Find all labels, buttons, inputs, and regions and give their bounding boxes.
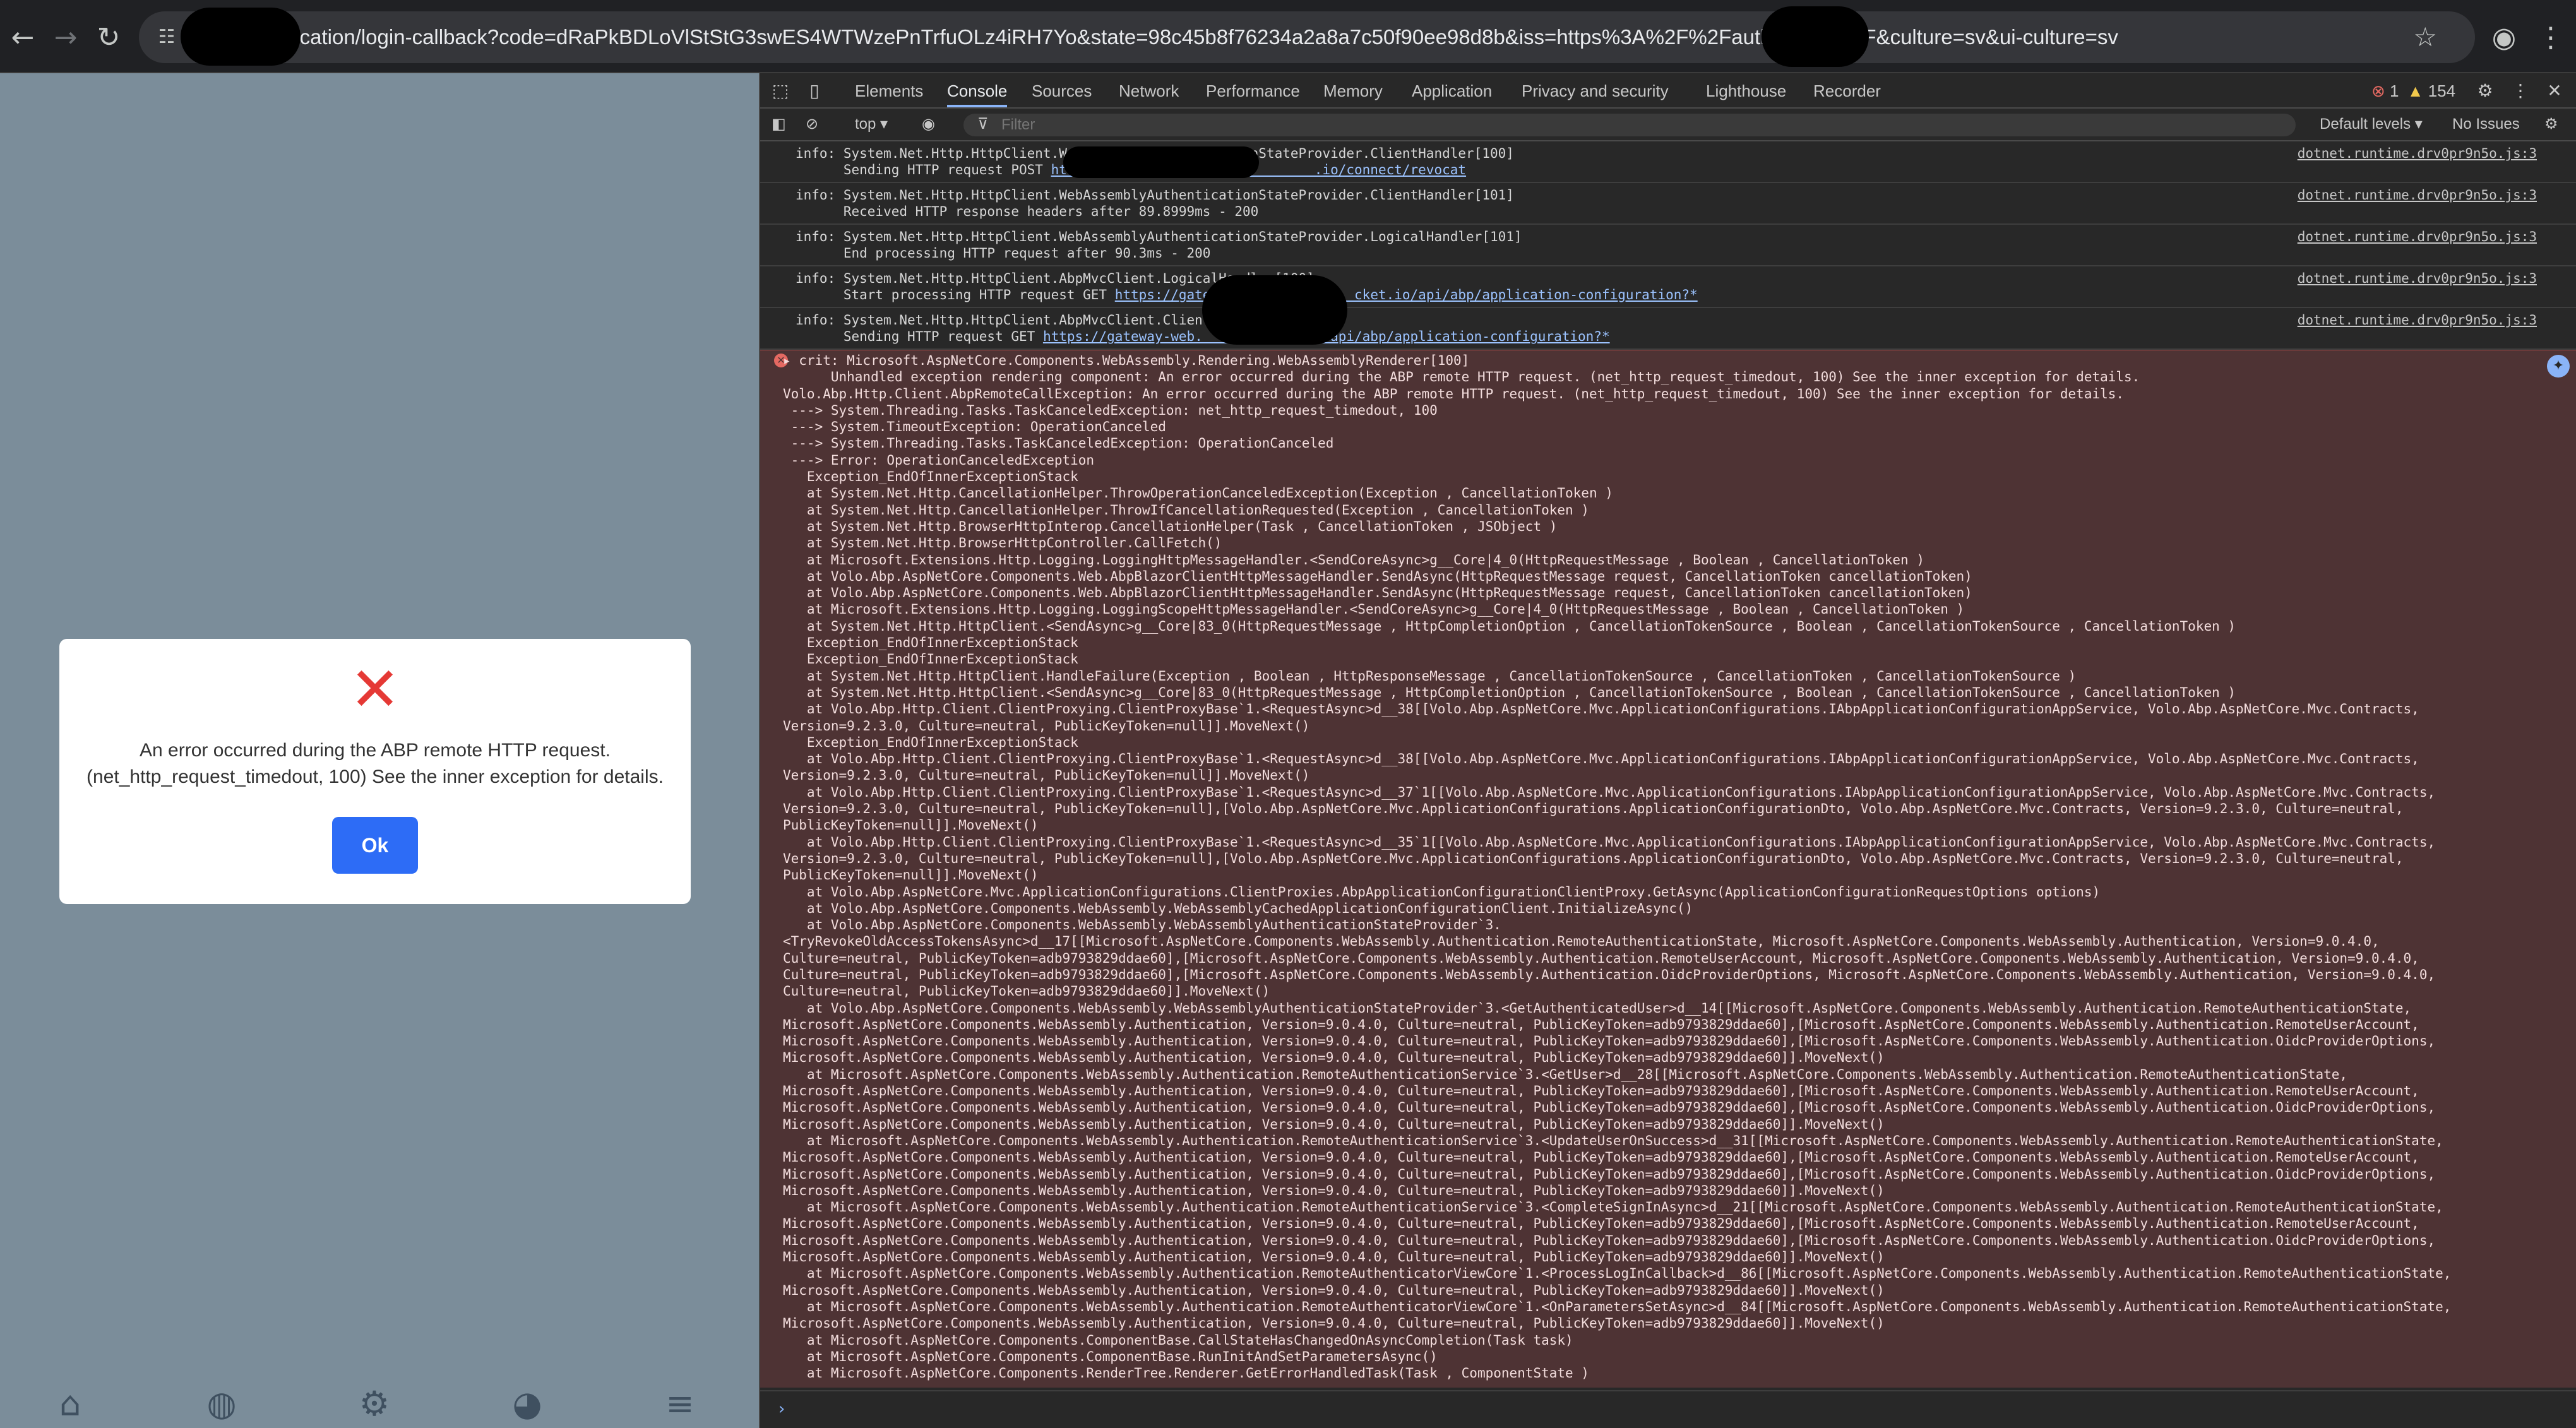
browser-toolbar: ← → ↻ ☷ t.io/authentication/login-callba… xyxy=(0,0,2576,73)
console-prompt: › xyxy=(777,1400,787,1419)
log-line: Start processing HTTP request GET https:… xyxy=(796,287,2576,303)
log-text: Sending HTTP request GET xyxy=(796,329,1043,344)
error-x-icon: ✕ xyxy=(349,654,401,725)
devtools-settings-icon[interactable]: ⚙ xyxy=(2472,78,2498,104)
log-line: Sending HTTP request POST https://a .io/… xyxy=(796,162,2576,178)
live-expression-icon[interactable]: ◉ xyxy=(922,109,935,140)
filter-input[interactable] xyxy=(963,114,2296,136)
devtools-tabbar: ⬚ ▯ Elements Console Sources Network Per… xyxy=(760,73,2576,109)
tab-lighthouse[interactable]: Lighthouse xyxy=(1706,73,1786,107)
log-link[interactable]: https://gateway-web. cket.io/api/abp/app… xyxy=(1115,287,1698,302)
bookmark-star-icon[interactable]: ☆ xyxy=(2413,22,2437,52)
menu-icon[interactable]: ≡ xyxy=(658,1384,702,1424)
tab-console[interactable]: Console xyxy=(947,73,1008,107)
error-count-icon: ⊗ xyxy=(2371,81,2385,100)
ai-assist-icon[interactable]: ✦ xyxy=(2547,355,2570,378)
console-toolbar: ◧ ⊘ top ▾ ◉ ⊽ Default levels ▾ No Issues… xyxy=(760,109,2576,141)
log-line: End processing HTTP request after 90.3ms… xyxy=(796,246,1211,261)
issues-button[interactable]: No Issues xyxy=(2452,109,2520,140)
devtools-more-icon[interactable]: ⋮ xyxy=(2508,78,2533,104)
home-icon[interactable]: ⌂ xyxy=(48,1384,92,1424)
redaction-mark xyxy=(1762,6,1869,67)
tab-sources[interactable]: Sources xyxy=(1032,73,1092,107)
console-output: info: System.Net.Http.HttpClient.WebAsse… xyxy=(760,141,2576,1391)
filter-icon: ⊽ xyxy=(977,116,989,133)
sidebar-toggle-icon[interactable]: ◧ xyxy=(772,109,786,140)
devtools-panel: ⬚ ▯ Elements Console Sources Network Per… xyxy=(759,73,2576,1428)
tab-application[interactable]: Application xyxy=(1412,73,1492,107)
inspect-element-icon[interactable]: ⬚ xyxy=(768,78,793,104)
log-source-link[interactable]: dotnet.runtime.drv0pr9n5o.js:3 xyxy=(2298,145,2537,162)
error-stack-trace: ▸ crit: Microsoft.AspNetCore.Components.… xyxy=(783,353,2452,1381)
console-input[interactable]: › xyxy=(760,1390,2576,1428)
log-entry: info: System.Net.Http.HttpClient.AbpMvcC… xyxy=(760,266,2576,308)
clear-console-icon[interactable]: ⊘ xyxy=(806,109,818,140)
site-info-icon[interactable]: ☷ xyxy=(154,25,179,50)
error-dialog: ✕ An error occurred during the ABP remot… xyxy=(59,639,691,904)
error-message: An error occurred during the ABP remote … xyxy=(85,737,665,790)
globe-icon[interactable]: ◍ xyxy=(200,1384,244,1424)
log-line: Received HTTP response headers after 89.… xyxy=(796,204,1259,219)
redaction-mark xyxy=(1202,275,1347,345)
ok-button[interactable]: Ok xyxy=(332,817,418,874)
app-viewport: ✕ An error occurred during the ABP remot… xyxy=(0,73,759,1428)
warning-count: 154 xyxy=(2428,81,2456,100)
log-entry: info: System.Net.Http.HttpClient.WebAsse… xyxy=(760,183,2576,225)
log-entry: info: System.Net.Http.HttpClient.WebAsse… xyxy=(760,225,2576,266)
error-message-line2: (net_http_request_timedout, 100) See the… xyxy=(86,766,664,787)
reload-icon[interactable]: ↻ xyxy=(90,19,128,57)
log-entry: info: System.Net.Http.HttpClient.AbpMvcC… xyxy=(760,308,2576,350)
bottom-navigation: ⌂ ◍ ⚙ ◕ ≡ xyxy=(0,1377,759,1428)
tab-network[interactable]: Network xyxy=(1119,73,1179,107)
back-icon[interactable]: ← xyxy=(4,19,42,57)
tab-elements[interactable]: Elements xyxy=(855,73,923,107)
context-selector[interactable]: top ▾ xyxy=(855,109,888,140)
log-source-link[interactable]: dotnet.runtime.drv0pr9n5o.js:3 xyxy=(2298,270,2537,287)
redaction-mark xyxy=(181,8,301,66)
log-entry: info: System.Net.Http.HttpClient.WebAsse… xyxy=(760,141,2576,183)
log-source-link[interactable]: dotnet.runtime.drv0pr9n5o.js:3 xyxy=(2298,187,2537,203)
device-toolbar-icon[interactable]: ▯ xyxy=(802,78,827,104)
user-icon[interactable]: ◕ xyxy=(505,1384,549,1424)
browser-menu-icon[interactable]: ⋮ xyxy=(2532,19,2570,57)
error-counter[interactable]: ⊗ 1 ▲ 154 xyxy=(2371,73,2455,107)
tab-performance[interactable]: Performance xyxy=(1206,73,1300,107)
error-count: 1 xyxy=(2390,81,2399,100)
log-source-link[interactable]: dotnet.runtime.drv0pr9n5o.js:3 xyxy=(2298,312,2537,328)
console-settings-icon[interactable]: ⚙ xyxy=(2544,109,2558,140)
log-levels-dropdown[interactable]: Default levels ▾ xyxy=(2320,109,2423,140)
tab-recorder[interactable]: Recorder xyxy=(1813,73,1881,107)
tab-memory[interactable]: Memory xyxy=(1323,73,1383,107)
error-message-line1: An error occurred during the ABP remote … xyxy=(140,740,611,761)
warning-count-icon: ▲ xyxy=(2407,81,2424,100)
address-bar[interactable]: ☷ t.io/authentication/login-callback?cod… xyxy=(139,11,2475,63)
log-text: Start processing HTTP request GET xyxy=(796,287,1115,302)
forward-icon[interactable]: → xyxy=(47,19,85,57)
tab-privacy-security[interactable]: Privacy and security xyxy=(1522,73,1669,107)
settings-icon[interactable]: ⚙ xyxy=(352,1384,397,1424)
log-line: Sending HTTP request GET https://gateway… xyxy=(796,328,2576,345)
redaction-mark xyxy=(1063,146,1259,178)
devtools-close-icon[interactable]: ✕ xyxy=(2542,78,2567,104)
error-log-entry[interactable]: ✕ ▸ crit: Microsoft.AspNetCore.Component… xyxy=(760,350,2576,1388)
log-text: Sending HTTP request POST xyxy=(796,162,1051,177)
profile-icon[interactable]: ◉ xyxy=(2485,19,2523,57)
log-source-link[interactable]: dotnet.runtime.drv0pr9n5o.js:3 xyxy=(2298,229,2537,245)
